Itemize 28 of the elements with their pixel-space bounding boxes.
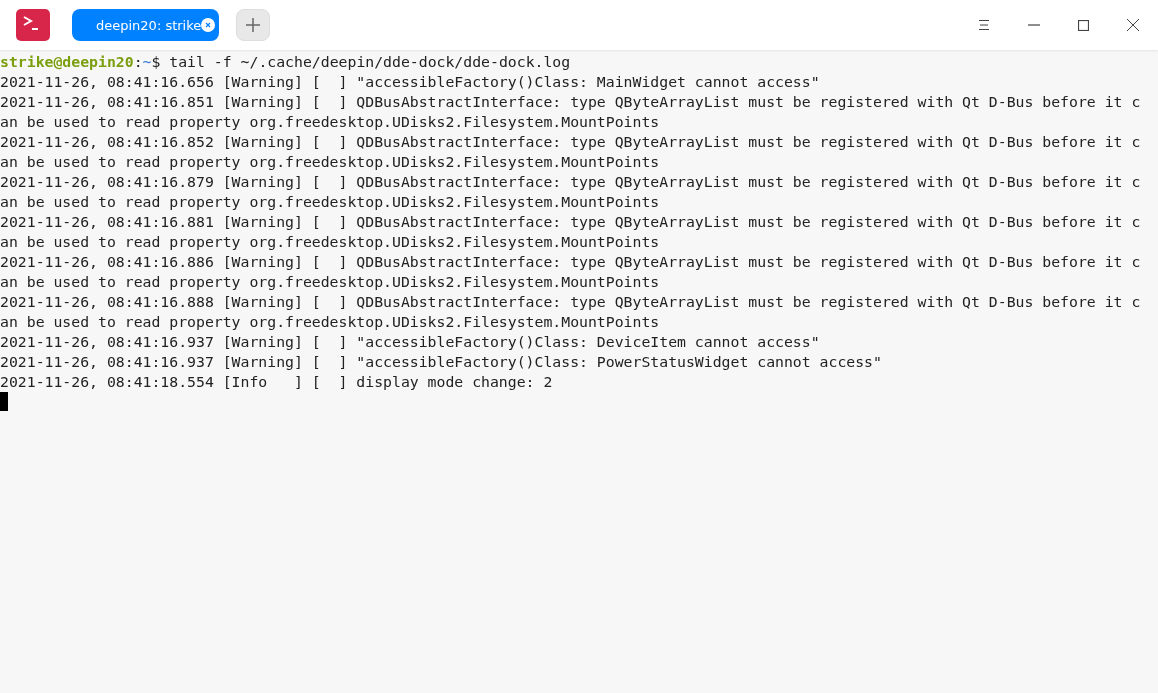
plus-icon: [246, 18, 260, 32]
log-line: 2021-11-26, 08:41:16.656 [Warning] [ ] "accessibleFactory()Class: MainWidget cannot access": [0, 72, 821, 92]
log-line: an be used to read property org.freedesktop.UDisks2.Filesystem.MountPoints: [0, 232, 661, 252]
menu-icon[interactable]: [978, 19, 990, 31]
command-text: $ tail -f ~/.cache/deepin/dde-dock/dde-dock.log: [151, 53, 571, 70]
text-cursor: [0, 392, 8, 411]
log-line: 2021-11-26, 08:41:18.554 [Info ] [ ] display mode change: 2: [0, 372, 554, 392]
log-line: an be used to read property org.freedesktop.UDisks2.Filesystem.MountPoints: [0, 152, 661, 172]
log-line: 2021-11-26, 08:41:16.851 [Warning] [ ] QDBusAbstractInterface: type QByteArrayList must be registered with Qt D-Bus before it c: [0, 92, 1142, 112]
maximize-icon[interactable]: [1078, 19, 1089, 31]
log-line: 2021-11-26, 08:41:16.888 [Warning] [ ] QDBusAbstractInterface: type QByteArrayList must be registered with Qt D-Bus before it c: [0, 292, 1142, 312]
log-line: 2021-11-26, 08:41:16.852 [Warning] [ ] QDBusAbstractInterface: type QByteArrayList must be registered with Qt D-Bus before it c: [0, 132, 1142, 152]
prompt-path: ~: [142, 53, 152, 70]
log-line: 2021-11-26, 08:41:16.886 [Warning] [ ] QDBusAbstractInterface: type QByteArrayList must be registered with Qt D-Bus before it c: [0, 252, 1142, 272]
log-line: 2021-11-26, 08:41:16.937 [Warning] [ ] "accessibleFactory()Class: PowerStatusWidget cannot access": [0, 352, 883, 372]
terminal-tab[interactable]: deepin20: strike: [72, 9, 219, 41]
log-line: 2021-11-26, 08:41:16.881 [Warning] [ ] QDBusAbstractInterface: type QByteArrayList must be registered with Qt D-Bus before it c: [0, 212, 1142, 232]
log-line: 2021-11-26, 08:41:16.879 [Warning] [ ] QDBusAbstractInterface: type QByteArrayList must be registered with Qt D-Bus before it c: [0, 172, 1142, 192]
log-line: 2021-11-26, 08:41:16.937 [Warning] [ ] "accessibleFactory()Class: DeviceItem cannot access": [0, 332, 821, 352]
close-icon[interactable]: [1127, 19, 1139, 31]
new-tab-button[interactable]: [236, 9, 270, 41]
log-line: an be used to read property org.freedesktop.UDisks2.Filesystem.MountPoints: [0, 192, 661, 212]
prompt-separator: :: [133, 53, 143, 70]
terminal-app-icon: [16, 9, 50, 41]
log-line: an be used to read property org.freedesktop.UDisks2.Filesystem.MountPoints: [0, 112, 661, 132]
prompt-user-host: strike@deepin20: [0, 53, 134, 70]
log-line: an be used to read property org.freedesktop.UDisks2.Filesystem.MountPoints: [0, 272, 661, 292]
log-line: an be used to read property org.freedesktop.UDisks2.Filesystem.MountPoints: [0, 312, 661, 332]
